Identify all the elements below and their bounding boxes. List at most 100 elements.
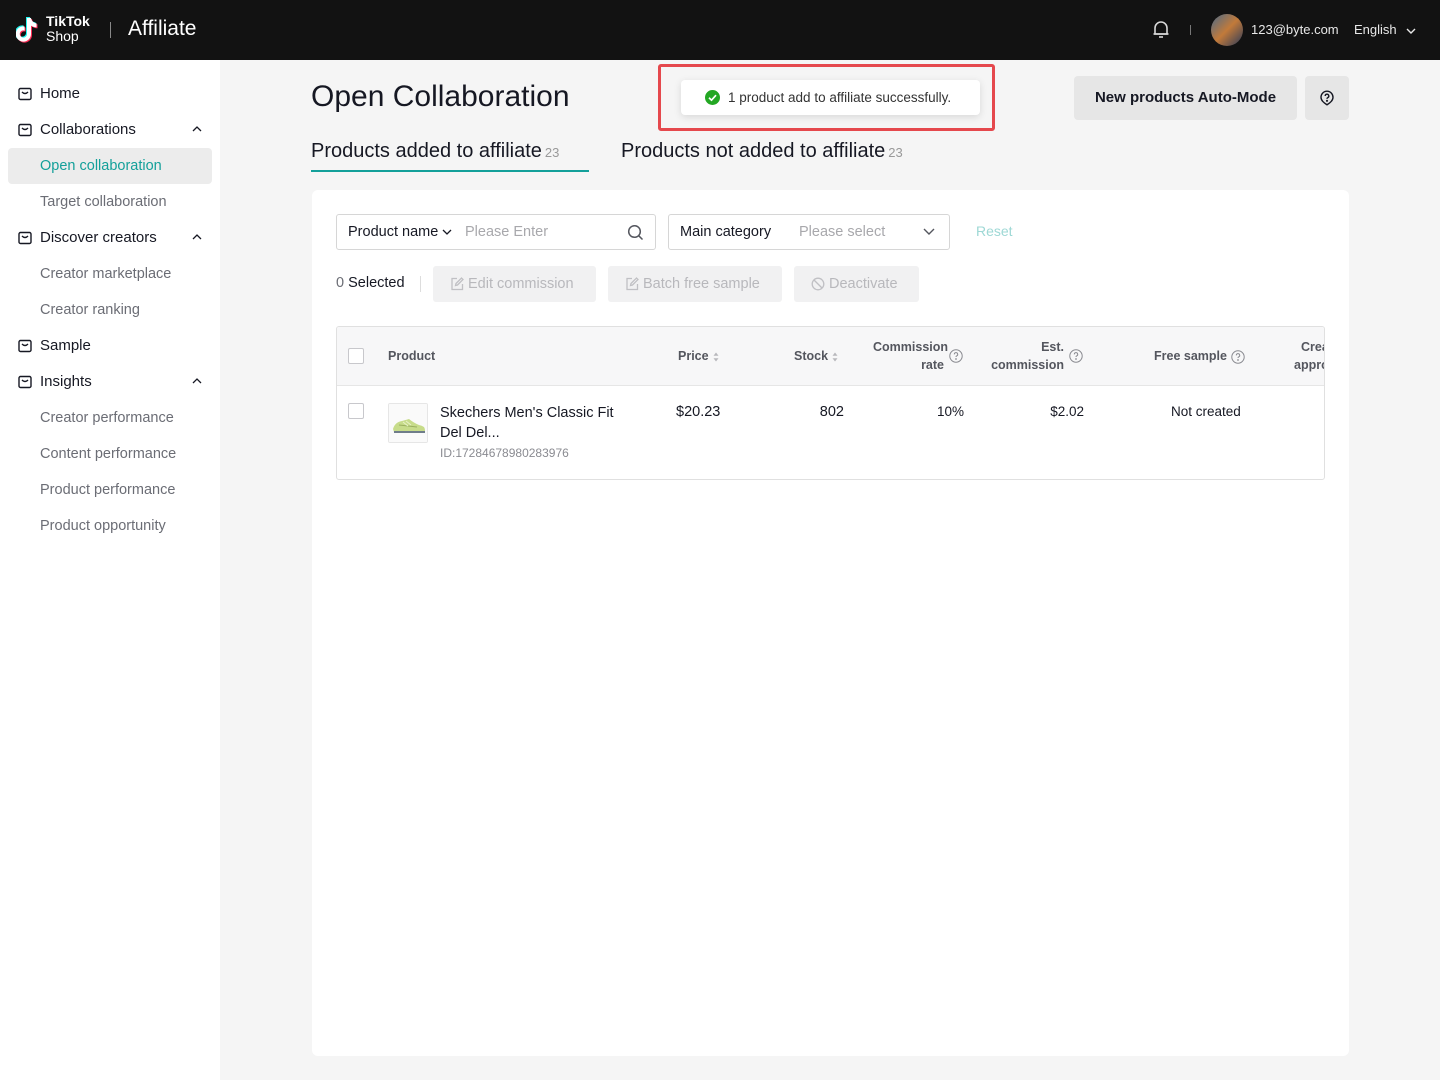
sidebar-item-label: Collaborations <box>40 121 136 138</box>
category-placeholder: Please select <box>799 224 886 240</box>
logo-text: TikTok Shop <box>46 14 90 44</box>
tab-count: 23 <box>888 145 903 160</box>
product-name-input[interactable] <box>465 221 615 243</box>
sort-icon <box>713 352 719 362</box>
sidebar-item-label: Product opportunity <box>40 518 166 534</box>
content-card: Product name Main category Please select… <box>312 190 1349 1056</box>
sidebar-item-open-collaboration[interactable]: Open collaboration <box>8 148 212 184</box>
sidebar-item-label: Creator performance <box>40 410 174 426</box>
collaborations-icon <box>18 123 32 137</box>
sidebar-item-label: Target collaboration <box>40 194 167 210</box>
product-name[interactable]: Skechers Men's Classic Fit Del Del... <box>440 403 620 443</box>
sort-icon <box>832 352 838 362</box>
block-icon <box>811 277 825 291</box>
product-name-filter: Product name <box>336 214 656 250</box>
sidebar-item-creator-marketplace[interactable]: Creator marketplace <box>8 256 212 292</box>
product-name-field-selector[interactable]: Product name <box>348 224 452 240</box>
sidebar-item-label: Creator ranking <box>40 302 140 318</box>
sidebar-item-sample[interactable]: Sample <box>8 328 212 364</box>
user-email[interactable]: 123@byte.com <box>1251 22 1339 37</box>
success-toast: 1 product add to affiliate successfully. <box>681 80 980 115</box>
sidebar-item-home[interactable]: Home <box>8 76 212 112</box>
sidebar-item-creator-ranking[interactable]: Creator ranking <box>8 292 212 328</box>
tab-label: Products not added to affiliate <box>621 140 886 162</box>
header-label: Price <box>678 349 709 363</box>
sidebar-item-discover-creators[interactable]: Discover creators <box>8 220 212 256</box>
free-sample-status: Not created <box>1171 404 1241 419</box>
sidebar-item-label: Discover creators <box>40 229 157 246</box>
main-category-select[interactable]: Main category Please select <box>668 214 950 250</box>
est-commission: $2.02 <box>1050 404 1084 419</box>
product-thumbnail[interactable] <box>388 403 428 443</box>
selected-number: 0 <box>336 275 345 291</box>
column-header-commission-rate: Commission rate <box>873 340 948 372</box>
header-label-line1: Crea <box>1301 340 1324 354</box>
sidebar-item-label: Open collaboration <box>40 158 162 174</box>
chevron-up-icon <box>192 378 202 384</box>
header-label-line2: rate <box>921 358 944 372</box>
sidebar-item-label: Insights <box>40 373 92 390</box>
logo-text-line2: Shop <box>46 28 79 44</box>
sidebar-item-collaborations[interactable]: Collaborations <box>8 112 212 148</box>
avatar[interactable] <box>1211 14 1243 46</box>
header-label-line2: appro <box>1294 358 1324 372</box>
edit-commission-button[interactable]: Edit commission <box>433 266 596 302</box>
language-selector[interactable]: English <box>1354 22 1416 37</box>
category-label: Main category <box>680 224 772 240</box>
field-selector-label: Product name <box>348 224 439 240</box>
edit-icon <box>626 277 639 291</box>
batch-free-sample-button[interactable]: Batch free sample <box>608 266 782 302</box>
sidebar-item-insights[interactable]: Insights <box>8 364 212 400</box>
sidebar-item-label: Sample <box>40 337 91 354</box>
tiktok-shop-logo[interactable]: TikTok Shop <box>16 14 100 46</box>
page-title: Open Collaboration <box>311 80 570 113</box>
sample-icon <box>18 339 32 353</box>
help-button[interactable] <box>1305 76 1349 120</box>
topbar-divider-2 <box>1190 25 1191 35</box>
reset-button[interactable]: Reset <box>976 223 1013 239</box>
product-price: $20.23 <box>676 404 721 420</box>
chevron-up-icon <box>192 234 202 240</box>
help-circle-icon[interactable] <box>1069 349 1083 363</box>
discover-creators-icon <box>18 231 32 245</box>
header-label-line1: Est. <box>1041 340 1064 354</box>
sidebar-item-creator-performance[interactable]: Creator performance <box>8 400 212 436</box>
chevron-up-icon <box>192 126 202 132</box>
sidebar: Home Collaborations Open collaboration T… <box>0 60 220 1080</box>
help-circle-icon[interactable] <box>949 349 963 363</box>
products-table: Product Price Stock Commission rate Est. c… <box>336 326 1325 480</box>
app-title: Affiliate <box>128 17 197 40</box>
column-header-price[interactable]: Price <box>678 349 719 363</box>
sidebar-item-product-performance[interactable]: Product performance <box>8 472 212 508</box>
chevron-down-icon <box>442 229 452 236</box>
help-circle-icon[interactable] <box>1231 350 1245 364</box>
product-stock: 802 <box>819 404 844 420</box>
selected-label: Selected <box>348 275 405 291</box>
header-label: Stock <box>794 349 829 363</box>
column-header-stock[interactable]: Stock <box>794 349 838 363</box>
bell-icon[interactable] <box>1150 18 1172 40</box>
help-icon <box>1320 90 1334 106</box>
sidebar-item-content-performance[interactable]: Content performance <box>8 436 212 472</box>
header-label-line2: commission <box>991 358 1064 372</box>
top-bar: TikTok Shop Affiliate 123@byte.com Engli… <box>0 0 1440 60</box>
sidebar-item-target-collaboration[interactable]: Target collaboration <box>8 184 212 220</box>
sidebar-item-product-opportunity[interactable]: Product opportunity <box>8 508 212 544</box>
tab-products-not-added[interactable]: Products not added to affiliate 23 <box>621 140 903 172</box>
button-label: Batch free sample <box>643 276 760 292</box>
language-label: English <box>1354 22 1397 37</box>
row-checkbox[interactable] <box>348 403 364 419</box>
deactivate-button[interactable]: Deactivate <box>794 266 919 302</box>
button-label: Deactivate <box>829 276 898 292</box>
search-icon[interactable] <box>627 224 644 241</box>
home-icon <box>18 87 32 101</box>
tab-label: Products added to affiliate <box>311 140 542 162</box>
auto-mode-button[interactable]: New products Auto-Mode <box>1074 76 1297 120</box>
tab-products-added[interactable]: Products added to affiliate 23 <box>311 140 589 172</box>
column-header-creator-approval: Crea appro <box>1294 340 1324 372</box>
edit-icon <box>451 277 464 291</box>
topbar-divider <box>110 22 111 38</box>
select-all-checkbox[interactable] <box>348 348 364 364</box>
tab-count: 23 <box>544 145 560 160</box>
commission-rate: 10% <box>936 404 964 419</box>
